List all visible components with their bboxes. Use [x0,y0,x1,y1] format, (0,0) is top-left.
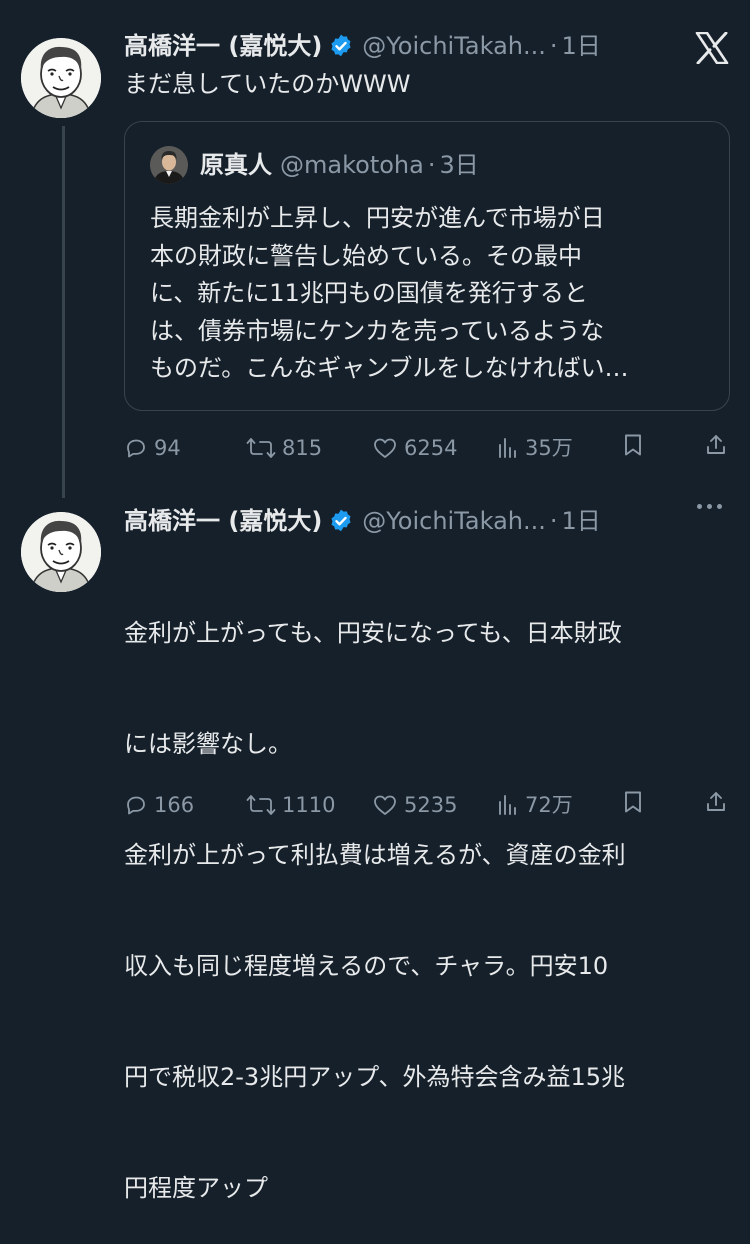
bookmark-icon [625,791,641,813]
tweet-text: まだ息していたのかWWW [124,70,411,98]
tweet-text-line: 円で税収2-3兆円アップ、外為特会含み益15兆 [124,1063,626,1091]
quoted-author-avatar [150,146,188,184]
reply-count: 94 [154,436,181,460]
retweet-icon [246,438,276,458]
quoted-text-line: 長期金利が上昇し、円安が進んで市場が日 [150,204,605,232]
retweet-count: 815 [282,436,323,460]
thread-connector-line [62,126,65,498]
bookmark-button[interactable] [622,790,650,814]
author-handle[interactable]: @YoichiTakah... [362,506,546,536]
tweet-text-line: 円程度アップ [124,1174,268,1202]
quoted-tweet-header: 原真人 @makotoha · 3日 [200,150,479,180]
more-options-icon[interactable] [697,504,722,509]
retweet-count: 1110 [282,793,336,817]
timestamp[interactable]: 1日 [562,31,601,61]
author-avatar[interactable] [21,38,101,118]
tweet-header: 高橋洋一 (嘉悦大) @YoichiTakah... · 1日 [124,506,601,536]
reply-count: 166 [154,793,195,817]
tweet-text-line: 金利が上がって利払費は増えるが、資産の金利 [124,841,626,869]
tweet-text: 金利が上がっても、円安になっても、日本財政 には影響なし。 金利が上がって利払費… [124,541,734,1244]
x-logo-icon[interactable] [695,31,729,68]
share-icon [707,435,725,454]
heart-icon [374,438,396,458]
heart-icon [374,795,396,815]
separator-dot: · [549,507,558,535]
retweet-button[interactable]: 815 [246,433,322,463]
separator-dot: · [549,32,558,60]
quoted-text-line: 本の財政に警告し始めている。その最中 [150,241,582,270]
views-chart-icon [499,438,516,458]
author-handle[interactable]: @YoichiTakah... [362,31,546,61]
quoted-author-handle: @makotoha [280,151,424,179]
quoted-tweet-text: 長期金利が上昇し、円安が進んで市場が日 本の財政に警告し始めている。その最中 に… [150,200,720,388]
retweet-icon [246,795,276,815]
timestamp[interactable]: 1日 [562,506,601,536]
reply-button[interactable]: 94 [124,433,181,463]
tweet-text-line: には影響なし。 [124,730,292,758]
share-icon [707,792,725,811]
quoted-author-name: 原真人 [200,151,272,179]
quoted-text-line: は、債券市場にケンカを売っているような [150,316,605,345]
share-button[interactable] [704,433,734,457]
quoted-timestamp: 3日 [439,151,479,179]
reply-icon [127,439,145,458]
tweet-text-line: 金利が上がっても、円安になっても、日本財政 [124,619,622,647]
verified-badge-icon [328,508,354,534]
views-button[interactable]: 35万 [497,433,573,463]
like-button[interactable]: 5235 [372,790,457,820]
like-button[interactable]: 6254 [372,433,457,463]
tweet-actions: 166 1110 5235 72万 [124,790,734,820]
views-count: 35万 [525,436,573,460]
tweet-actions: 94 815 6254 35万 [124,433,734,463]
tweet-header: 高橋洋一 (嘉悦大) @YoichiTakah... · 1日 [124,31,601,61]
reply-icon [127,796,145,815]
views-chart-icon [499,795,516,815]
quoted-tweet[interactable]: 原真人 @makotoha · 3日 長期金利が上昇し、円安が進んで市場が日 本… [124,121,730,411]
bookmark-icon [625,434,641,456]
author-avatar[interactable] [21,512,101,592]
quoted-text-line: に、新たに11兆円もの国債を発行すると [150,279,588,307]
author-name[interactable]: 高橋洋一 (嘉悦大) [124,506,322,536]
quoted-text-line: ものだ。こんなギャンブルをしなければい… [150,354,629,382]
verified-badge-icon [328,33,354,59]
like-count: 5235 [404,793,458,817]
share-button[interactable] [704,790,734,814]
views-button[interactable]: 72万 [497,790,573,820]
reply-button[interactable]: 166 [124,790,194,820]
tweet-text-line: 収入も同じ程度増えるので、チャラ。円安10 [124,952,609,980]
like-count: 6254 [404,436,458,460]
bookmark-button[interactable] [622,433,650,457]
retweet-button[interactable]: 1110 [246,790,335,820]
separator-dot: · [427,151,436,179]
author-name[interactable]: 高橋洋一 (嘉悦大) [124,31,322,61]
views-count: 72万 [525,793,573,817]
